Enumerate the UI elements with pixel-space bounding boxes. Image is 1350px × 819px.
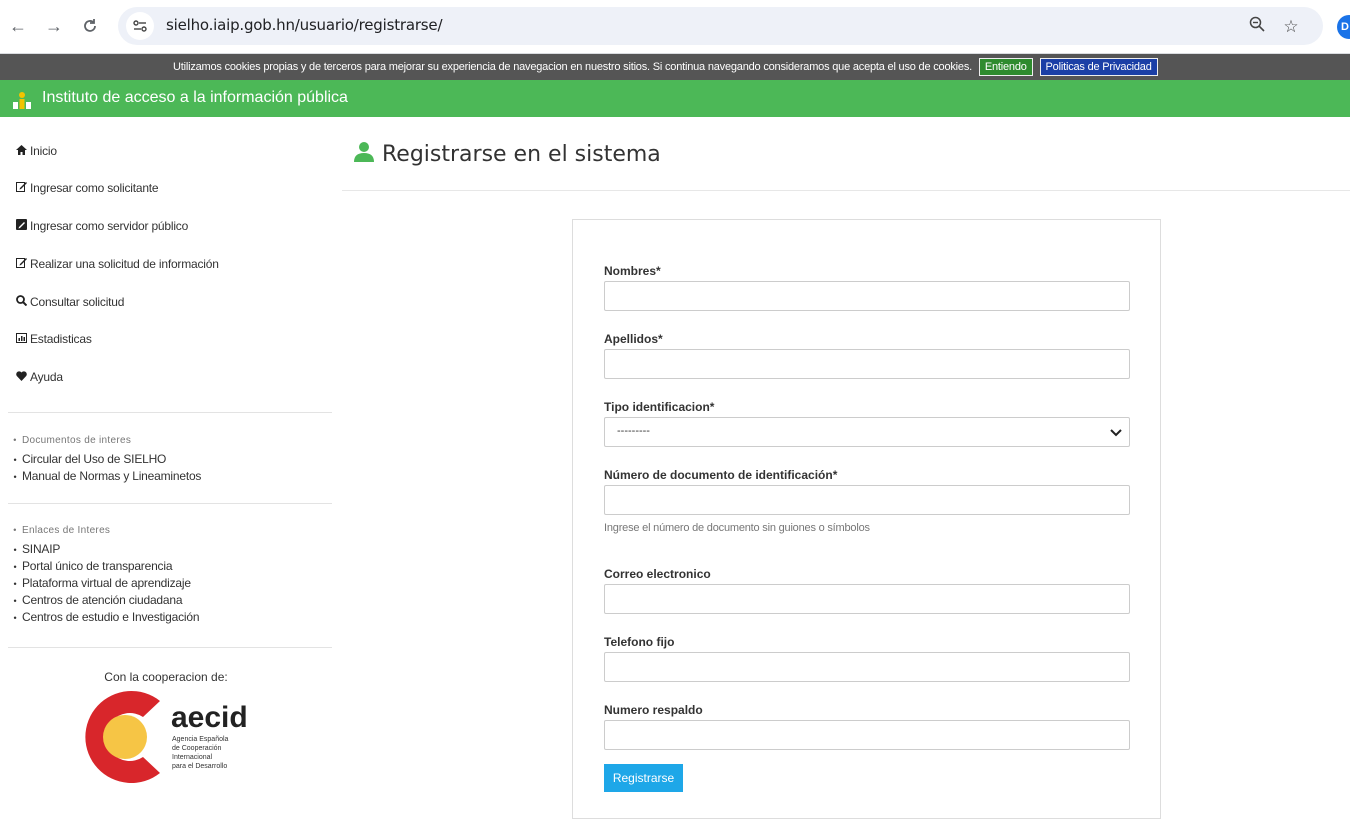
zoom-icon[interactable] <box>1246 16 1268 38</box>
document-link[interactable]: Manual de Normas y Lineaminetos <box>8 469 201 486</box>
sidebar-item-label: Consultar solicitud <box>30 295 125 309</box>
registration-form: Nombres* Apellidos* Tipo identificacion*… <box>572 219 1161 819</box>
tipo-identificacion-select[interactable]: --------- <box>604 417 1130 447</box>
url-text[interactable]: sielho.iaip.gob.hn/usuario/registrarse/ <box>166 16 443 34</box>
sidebar-item-label: Ayuda <box>30 370 63 384</box>
nombres-label: Nombres* <box>604 264 661 278</box>
sidebar-item-label: Inicio <box>30 144 57 158</box>
browser-toolbar: ← → sielho.iaip.gob.hn/usuario/registrar… <box>0 0 1350 54</box>
aecid-wordmark: aecid <box>171 701 248 734</box>
apellidos-input[interactable] <box>604 349 1130 379</box>
site-info-icon[interactable] <box>126 12 154 40</box>
site-title[interactable]: Instituto de acceso a la información púb… <box>42 89 348 107</box>
link-item[interactable]: Centros de estudio e Investigación <box>8 610 200 627</box>
profile-avatar[interactable]: D <box>1337 15 1350 39</box>
document-link[interactable]: Circular del Uso de SIELHO <box>8 452 201 469</box>
link-item[interactable]: Centros de atención ciudadana <box>8 593 199 610</box>
links-list: Enlaces de Interes SINAIP Portal único d… <box>8 525 200 627</box>
cookie-message: Utilizamos cookies propias y de terceros… <box>173 61 972 73</box>
home-icon <box>16 145 28 158</box>
accept-cookies-button[interactable]: Entiendo <box>978 58 1033 76</box>
sidebar-item-label: Realizar una solicitud de información <box>30 257 219 271</box>
numero-documento-label: Número de documento de identificación* <box>604 468 838 482</box>
institute-logo-icon <box>13 92 31 109</box>
star-icon[interactable]: ☆ <box>1280 16 1302 38</box>
privacy-policy-button[interactable]: Politicas de Privacidad <box>1039 58 1158 76</box>
sidebar-item-estadisticas[interactable]: Estadisticas <box>16 332 92 346</box>
cooperation-label: Con la cooperacion de: <box>104 670 228 684</box>
title-divider <box>342 190 1350 191</box>
sidebar: Inicio Ingresar como solicitante Ingresa… <box>0 117 332 792</box>
links-heading: Enlaces de Interes <box>8 525 199 542</box>
sidebar-divider <box>8 412 332 413</box>
search-icon <box>16 295 28 309</box>
tipo-identificacion-value: --------- <box>617 425 650 437</box>
numero-respaldo-input[interactable] <box>604 720 1130 750</box>
address-bar[interactable]: sielho.iaip.gob.hn/usuario/registrarse/ … <box>118 7 1323 45</box>
telefono-input[interactable] <box>604 652 1130 682</box>
aecid-line: Internacional <box>172 754 213 761</box>
documents-list: Documentos de interes Circular del Uso d… <box>8 435 201 486</box>
chevron-down-icon <box>1110 429 1122 437</box>
site-header: Instituto de acceso a la información púb… <box>0 80 1350 117</box>
aecid-line: de Cooperación <box>172 745 222 752</box>
numero-documento-help: Ingrese el número de documento sin guion… <box>604 522 870 534</box>
back-arrow-icon[interactable]: ← <box>6 14 30 38</box>
tipo-identificacion-label: Tipo identificacion* <box>604 400 715 414</box>
sidebar-item-solicitud[interactable]: Realizar una solicitud de información <box>16 257 219 271</box>
register-button[interactable]: Registrarse <box>604 764 683 792</box>
sidebar-divider <box>8 647 332 648</box>
page-title-text: Registrarse en el sistema <box>382 142 661 167</box>
sidebar-item-consultar[interactable]: Consultar solicitud <box>16 295 124 309</box>
documents-heading: Documentos de interes <box>8 435 201 452</box>
apellidos-label: Apellidos* <box>604 332 663 346</box>
heart-icon <box>16 371 28 384</box>
sidebar-item-inicio[interactable]: Inicio <box>16 144 57 158</box>
sidebar-divider <box>8 503 332 504</box>
sidebar-item-servidor[interactable]: Ingresar como servidor público <box>16 219 188 233</box>
link-item[interactable]: Portal único de transparencia <box>8 559 199 576</box>
aecid-line: para el Desarrollo <box>172 763 227 770</box>
sidebar-item-label: Estadisticas <box>30 332 92 346</box>
aecid-line: Agencia Española <box>172 736 229 743</box>
link-item[interactable]: Plataforma virtual de aprendizaje <box>8 576 199 593</box>
sidebar-item-label: Ingresar como solicitante <box>30 181 159 195</box>
correo-label: Correo electronico <box>604 567 711 581</box>
correo-input[interactable] <box>604 584 1130 614</box>
aecid-logo[interactable]: aecid Agencia Española de Cooperación In… <box>85 687 255 787</box>
cookie-banner: Utilizamos cookies propias y de terceros… <box>0 54 1350 80</box>
edit-icon <box>16 257 28 271</box>
nombres-input[interactable] <box>604 281 1130 311</box>
sidebar-item-solicitante[interactable]: Ingresar como solicitante <box>16 181 159 195</box>
numero-documento-input[interactable] <box>604 485 1130 515</box>
telefono-label: Telefono fijo <box>604 635 675 649</box>
edit-icon <box>16 181 28 195</box>
edit-square-icon <box>16 219 28 233</box>
reload-icon[interactable] <box>78 14 102 38</box>
forward-arrow-icon[interactable]: → <box>42 14 66 38</box>
page-title: Registrarse en el sistema <box>353 141 661 167</box>
sidebar-item-label: Ingresar como servidor público <box>30 219 189 233</box>
user-icon <box>354 142 374 162</box>
chart-icon <box>16 333 28 346</box>
numero-respaldo-label: Numero respaldo <box>604 703 703 717</box>
sidebar-item-ayuda[interactable]: Ayuda <box>16 370 63 384</box>
link-item[interactable]: SINAIP <box>8 542 199 559</box>
